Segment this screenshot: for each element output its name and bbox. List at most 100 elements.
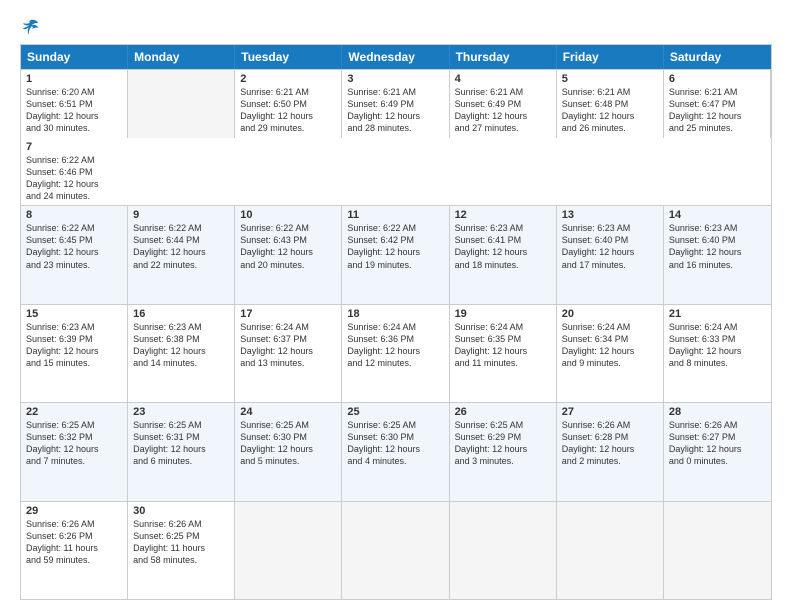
cell-text: Sunrise: 6:26 AMSunset: 6:26 PMDaylight:… [26, 519, 98, 565]
cell-text: Sunrise: 6:23 AMSunset: 6:41 PMDaylight:… [455, 223, 528, 269]
calendar-cell-11: 11Sunrise: 6:22 AMSunset: 6:42 PMDayligh… [342, 206, 449, 303]
day-number: 12 [455, 209, 551, 221]
cell-text: Sunrise: 6:24 AMSunset: 6:34 PMDaylight:… [562, 322, 635, 368]
calendar: SundayMondayTuesdayWednesdayThursdayFrid… [20, 44, 772, 600]
cell-text: Sunrise: 6:26 AMSunset: 6:27 PMDaylight:… [669, 420, 742, 466]
calendar-cell-25: 25 Sunrise: 6:25 AMSunset: 6:30 PMDayligh… [342, 403, 449, 500]
calendar-cell-12: 12 Sunrise: 6:23 AMSunset: 6:41 PMDayligh… [450, 206, 557, 303]
day-number: 8 [26, 209, 122, 221]
day-number: 7 [26, 141, 123, 153]
logo-bird-icon [21, 18, 39, 36]
day-number: 30 [133, 505, 229, 517]
day-number: 19 [455, 308, 551, 320]
calendar-body: 1 Sunrise: 6:20 AMSunset: 6:51 PMDaylight… [21, 69, 771, 599]
day-number: 2 [240, 73, 336, 85]
header-day-monday: Monday [128, 45, 235, 69]
calendar-page: SundayMondayTuesdayWednesdayThursdayFrid… [0, 0, 792, 612]
calendar-cell-10: 10 Sunrise: 6:22 AMSunset: 6:43 PMDayligh… [235, 206, 342, 303]
day-number: 26 [455, 406, 551, 418]
header-day-thursday: Thursday [450, 45, 557, 69]
day-number: 15 [26, 308, 122, 320]
calendar-cell-2: 2 Sunrise: 6:21 AMSunset: 6:50 PMDaylight… [235, 70, 342, 138]
calendar-cell-1: 1 Sunrise: 6:20 AMSunset: 6:51 PMDaylight… [21, 70, 128, 138]
cell-text: Sunrise: 6:25 AMSunset: 6:30 PMDaylight:… [240, 420, 313, 466]
calendar-cell-7: 7 Sunrise: 6:22 AMSunset: 6:46 PMDaylight… [21, 138, 128, 206]
day-number: 9 [133, 209, 229, 221]
calendar-row-4: 29Sunrise: 6:26 AMSunset: 6:26 PMDayligh… [21, 501, 771, 599]
calendar-row-2: 15 Sunrise: 6:23 AMSunset: 6:39 PMDayligh… [21, 304, 771, 402]
cell-text: Sunrise: 6:21 AMSunset: 6:49 PMDaylight:… [347, 87, 420, 133]
day-number: 16 [133, 308, 229, 320]
day-number: 22 [26, 406, 122, 418]
calendar-cell-empty-w4-3 [342, 502, 449, 599]
day-number: 14 [669, 209, 766, 221]
calendar-cell-13: 13Sunrise: 6:23 AMSunset: 6:40 PMDayligh… [557, 206, 664, 303]
calendar-cell-18: 18Sunrise: 6:24 AMSunset: 6:36 PMDayligh… [342, 305, 449, 402]
day-number: 28 [669, 406, 766, 418]
header-day-tuesday: Tuesday [235, 45, 342, 69]
calendar-cell-22: 22 Sunrise: 6:25 AMSunset: 6:32 PMDayligh… [21, 403, 128, 500]
logo [20, 18, 39, 36]
calendar-cell-empty-w4-2 [235, 502, 342, 599]
calendar-cell-14: 14Sunrise: 6:23 AMSunset: 6:40 PMDayligh… [664, 206, 771, 303]
day-number: 23 [133, 406, 229, 418]
cell-text: Sunrise: 6:23 AMSunset: 6:38 PMDaylight:… [133, 322, 206, 368]
cell-text: Sunrise: 6:25 AMSunset: 6:32 PMDaylight:… [26, 420, 99, 466]
day-number: 24 [240, 406, 336, 418]
calendar-cell-16: 16 Sunrise: 6:23 AMSunset: 6:38 PMDayligh… [128, 305, 235, 402]
page-header [20, 18, 772, 36]
day-number: 25 [347, 406, 443, 418]
day-number: 10 [240, 209, 336, 221]
header-day-wednesday: Wednesday [342, 45, 449, 69]
cell-text: Sunrise: 6:20 AMSunset: 6:51 PMDaylight:… [26, 87, 99, 133]
day-number: 18 [347, 308, 443, 320]
calendar-cell-6: 6 Sunrise: 6:21 AMSunset: 6:47 PMDaylight… [664, 70, 771, 138]
cell-text: Sunrise: 6:22 AMSunset: 6:42 PMDaylight:… [347, 223, 420, 269]
calendar-cell-28: 28 Sunrise: 6:26 AMSunset: 6:27 PMDayligh… [664, 403, 771, 500]
calendar-cell-5: 5 Sunrise: 6:21 AMSunset: 6:48 PMDaylight… [557, 70, 664, 138]
header-day-friday: Friday [557, 45, 664, 69]
cell-text: Sunrise: 6:24 AMSunset: 6:37 PMDaylight:… [240, 322, 313, 368]
cell-text: Sunrise: 6:21 AMSunset: 6:50 PMDaylight:… [240, 87, 313, 133]
calendar-cell-3: 3 Sunrise: 6:21 AMSunset: 6:49 PMDaylight… [342, 70, 449, 138]
calendar-cell-24: 24 Sunrise: 6:25 AMSunset: 6:30 PMDayligh… [235, 403, 342, 500]
calendar-cell-17: 17 Sunrise: 6:24 AMSunset: 6:37 PMDayligh… [235, 305, 342, 402]
cell-text: Sunrise: 6:25 AMSunset: 6:30 PMDaylight:… [347, 420, 420, 466]
calendar-cell-21: 21 Sunrise: 6:24 AMSunset: 6:33 PMDayligh… [664, 305, 771, 402]
cell-text: Sunrise: 6:26 AMSunset: 6:28 PMDaylight:… [562, 420, 635, 466]
cell-text: Sunrise: 6:21 AMSunset: 6:49 PMDaylight:… [455, 87, 528, 133]
day-number: 4 [455, 73, 551, 85]
day-number: 6 [669, 73, 765, 85]
calendar-cell-23: 23Sunrise: 6:25 AMSunset: 6:31 PMDayligh… [128, 403, 235, 500]
header-day-saturday: Saturday [664, 45, 771, 69]
cell-text: Sunrise: 6:22 AMSunset: 6:46 PMDaylight:… [26, 155, 99, 201]
cell-text: Sunrise: 6:26 AMSunset: 6:25 PMDaylight:… [133, 519, 205, 565]
cell-text: Sunrise: 6:24 AMSunset: 6:35 PMDaylight:… [455, 322, 528, 368]
day-number: 3 [347, 73, 443, 85]
calendar-cell-26: 26 Sunrise: 6:25 AMSunset: 6:29 PMDayligh… [450, 403, 557, 500]
calendar-cell-30: 30 Sunrise: 6:26 AMSunset: 6:25 PMDayligh… [128, 502, 235, 599]
day-number: 21 [669, 308, 766, 320]
calendar-row-3: 22 Sunrise: 6:25 AMSunset: 6:32 PMDayligh… [21, 402, 771, 500]
cell-text: Sunrise: 6:22 AMSunset: 6:43 PMDaylight:… [240, 223, 313, 269]
calendar-cell-9: 9Sunrise: 6:22 AMSunset: 6:44 PMDaylight… [128, 206, 235, 303]
calendar-cell-empty-w4-5 [557, 502, 664, 599]
day-number: 17 [240, 308, 336, 320]
cell-text: Sunrise: 6:24 AMSunset: 6:33 PMDaylight:… [669, 322, 742, 368]
cell-text: Sunrise: 6:23 AMSunset: 6:39 PMDaylight:… [26, 322, 99, 368]
day-number: 27 [562, 406, 658, 418]
cell-text: Sunrise: 6:21 AMSunset: 6:47 PMDaylight:… [669, 87, 742, 133]
calendar-cell-20: 20Sunrise: 6:24 AMSunset: 6:34 PMDayligh… [557, 305, 664, 402]
calendar-cell-27: 27 Sunrise: 6:26 AMSunset: 6:28 PMDayligh… [557, 403, 664, 500]
calendar-cell-empty-0 [128, 70, 235, 138]
calendar-cell-29: 29Sunrise: 6:26 AMSunset: 6:26 PMDayligh… [21, 502, 128, 599]
cell-text: Sunrise: 6:25 AMSunset: 6:29 PMDaylight:… [455, 420, 528, 466]
cell-text: Sunrise: 6:22 AMSunset: 6:45 PMDaylight:… [26, 223, 99, 269]
cell-text: Sunrise: 6:21 AMSunset: 6:48 PMDaylight:… [562, 87, 635, 133]
day-number: 1 [26, 73, 122, 85]
calendar-cell-empty-w4-4 [450, 502, 557, 599]
calendar-cell-19: 19 Sunrise: 6:24 AMSunset: 6:35 PMDayligh… [450, 305, 557, 402]
calendar-cell-8: 8 Sunrise: 6:22 AMSunset: 6:45 PMDaylight… [21, 206, 128, 303]
day-number: 5 [562, 73, 658, 85]
calendar-cell-4: 4 Sunrise: 6:21 AMSunset: 6:49 PMDaylight… [450, 70, 557, 138]
